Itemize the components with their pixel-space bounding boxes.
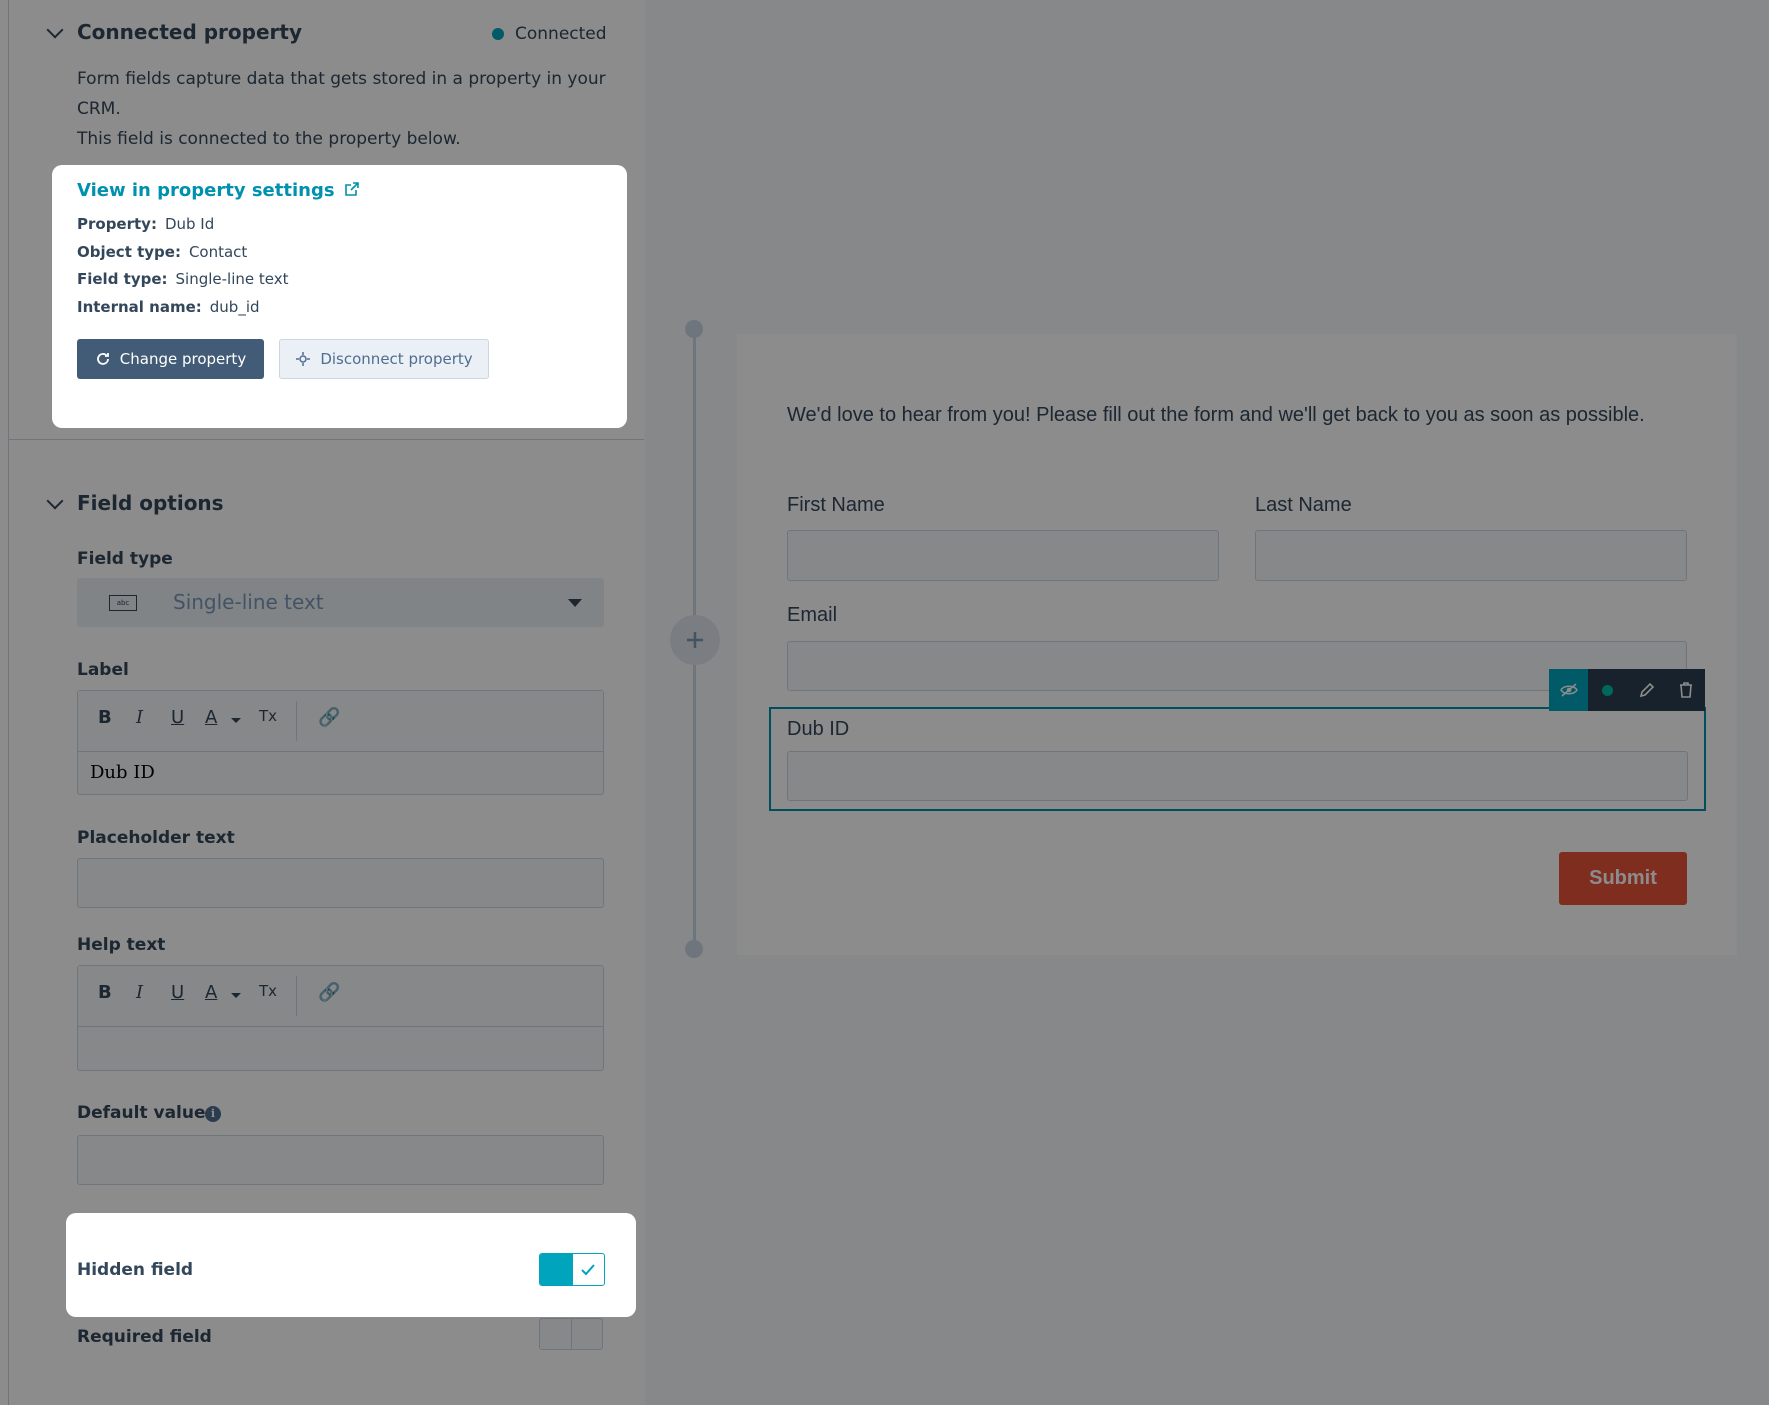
hidden-field-toggle[interactable] bbox=[539, 1253, 605, 1286]
check-icon bbox=[581, 1264, 595, 1276]
refresh-icon bbox=[96, 353, 109, 365]
toggle-handle bbox=[540, 1254, 573, 1285]
property-card: View in property settings Property: Dub I… bbox=[52, 165, 627, 428]
field-type-row: Field type: Single-line text bbox=[77, 270, 289, 288]
disconnect-property-button[interactable]: Disconnect property bbox=[279, 339, 489, 379]
change-property-button[interactable]: Change property bbox=[77, 339, 264, 379]
object-type-row: Object type: Contact bbox=[77, 243, 248, 261]
external-link-icon bbox=[344, 182, 359, 196]
hidden-field-row: Hidden field bbox=[66, 1213, 636, 1317]
property-settings-link[interactable]: View in property settings bbox=[77, 180, 359, 201]
hidden-field-label: Hidden field bbox=[77, 1260, 194, 1280]
internal-name-row: Internal name: dub_id bbox=[77, 298, 260, 316]
property-row: Property: Dub Id bbox=[77, 215, 215, 233]
unlink-icon bbox=[296, 352, 311, 366]
